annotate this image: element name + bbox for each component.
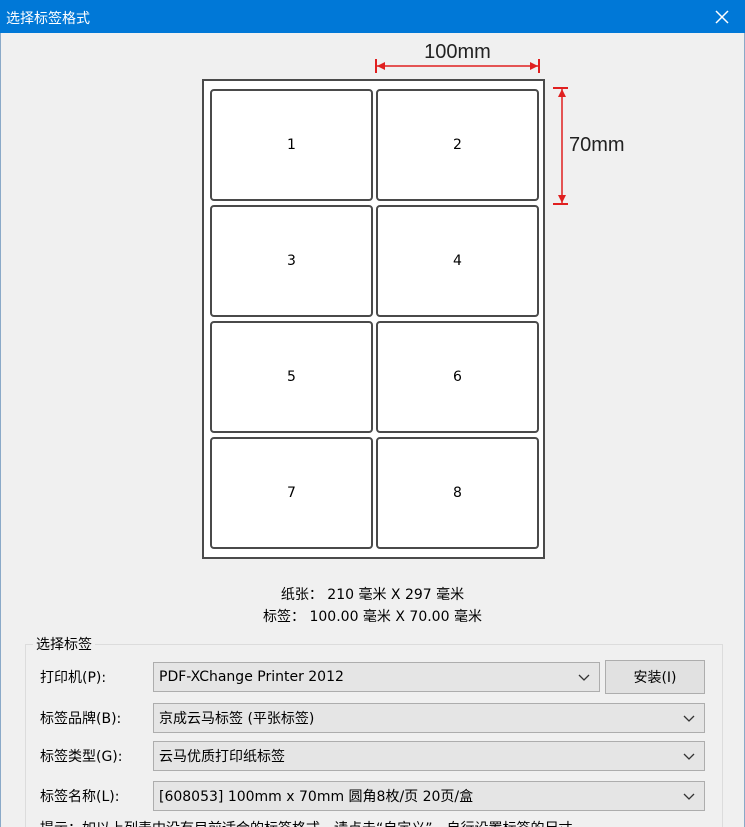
label-cell-2: 2 (376, 89, 539, 201)
type-select[interactable]: 云马优质打印纸标签 (153, 741, 705, 771)
chevron-down-icon (683, 793, 695, 800)
label-cell-7: 7 (210, 437, 373, 549)
chevron-down-icon (578, 674, 590, 681)
name-label: 标签名称(L): (40, 789, 120, 805)
paper-size-key: 纸张： (280, 587, 323, 603)
chevron-down-icon (683, 753, 695, 760)
window-title: 选择标签格式 (6, 11, 90, 27)
label-cell-1: 1 (210, 89, 373, 201)
label-sheet-preview: 1 2 3 4 5 6 7 8 (202, 79, 545, 559)
printer-select[interactable]: PDF-XChange Printer 2012 (153, 662, 600, 692)
name-select[interactable]: [608053] 100mm x 70mm 圆角8枚/页 20页/盒 (153, 781, 705, 811)
label-size-key: 标签： (263, 609, 306, 625)
brand-select-value: 京成云马标签 (平张标签) (159, 711, 315, 727)
height-dimension-arrow (553, 87, 568, 205)
label-cell-6: 6 (376, 321, 539, 433)
brand-select[interactable]: 京成云马标签 (平张标签) (153, 703, 705, 733)
close-button[interactable] (699, 0, 745, 33)
close-icon (715, 9, 729, 24)
type-label: 标签类型(G): (40, 749, 123, 765)
label-cell-8: 8 (376, 437, 539, 549)
label-size-value: 100.00 毫米 X 70.00 毫米 (309, 609, 482, 625)
label-cell-3: 3 (210, 205, 373, 317)
label-cell-5: 5 (210, 321, 373, 433)
label-cell-4: 4 (376, 205, 539, 317)
select-label-group-title: 选择标签 (33, 634, 95, 654)
chevron-down-icon (683, 715, 695, 722)
printer-label: 打印机(P): (40, 670, 107, 686)
name-select-value: [608053] 100mm x 70mm 圆角8枚/页 20页/盒 (159, 789, 474, 805)
label-size-info: 标签： 100.00 毫米 X 70.00 毫米 (0, 606, 745, 626)
width-dimension: 100mm (375, 40, 540, 74)
type-select-value: 云马优质打印纸标签 (159, 749, 285, 765)
printer-select-value: PDF-XChange Printer 2012 (159, 669, 344, 685)
hint-text: 提示：如以上列表中没有目前适合的标签格式，请点击“自定义”，自行设置标签的尺寸。 (40, 818, 587, 827)
width-dimension-arrow (375, 59, 540, 73)
install-button[interactable]: 安装(I) (605, 660, 705, 694)
title-bar: 选择标签格式 (0, 0, 745, 33)
brand-label: 标签品牌(B): (40, 711, 122, 727)
height-dimension: 70mm (552, 86, 642, 208)
paper-size-info: 纸张： 210 毫米 X 297 毫米 (0, 584, 745, 604)
height-dimension-label: 70mm (569, 134, 625, 156)
paper-size-value: 210 毫米 X 297 毫米 (327, 587, 465, 603)
